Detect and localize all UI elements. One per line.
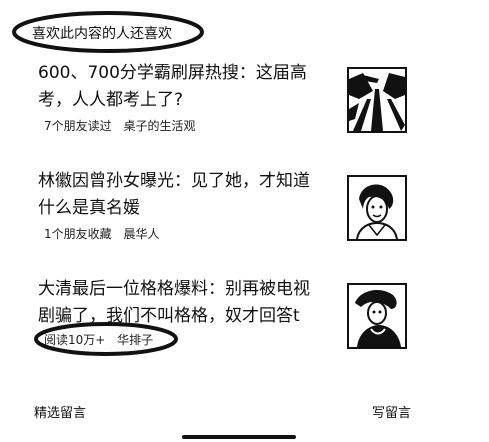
- section-title: 喜欢此内容的人还喜欢: [32, 26, 172, 42]
- portrait-photo-icon: [349, 177, 405, 239]
- article-item[interactable]: 600、700分学霸刷屏热搜：这届高 考，人人都考上了? 7个朋友读过 桌子的生…: [0, 60, 489, 140]
- portrait-photo-thumbnail[interactable]: [347, 283, 407, 349]
- article-item[interactable]: 林徽因曾孙女曝光：见了她，才知道 什么是真名媛 1个朋友收藏 晨华人: [0, 168, 489, 248]
- section-header: 喜欢此内容的人还喜欢: [10, 10, 206, 56]
- article-title: 大清最后一位格格爆料：别再被电视: [38, 279, 310, 299]
- article-title: 600、700分学霸刷屏热搜：这届高: [38, 63, 307, 83]
- article-meta: 1个朋友收藏 晨华人: [44, 225, 159, 242]
- road-photo-thumbnail[interactable]: [347, 67, 407, 133]
- article-title: 什么是真名媛: [38, 198, 140, 218]
- portrait-photo-thumbnail[interactable]: [347, 175, 407, 241]
- source-name: 晨华人: [123, 227, 160, 241]
- friends-count: 1个朋友收藏: [44, 227, 112, 241]
- portrait-photo-icon: [349, 285, 405, 347]
- article-title: 考，人人都考上了?: [38, 90, 184, 110]
- article-meta: 7个朋友读过 桌子的生活观: [44, 117, 195, 134]
- featured-comments-link[interactable]: 精选留言: [34, 402, 86, 421]
- highlight-oval: [34, 322, 178, 356]
- road-photo-icon: [349, 69, 405, 131]
- source-name: 桌子的生活观: [123, 119, 196, 133]
- article-title: 林徽因曾孙女曝光：见了她，才知道: [38, 171, 310, 191]
- home-indicator[interactable]: [182, 435, 296, 439]
- write-comment-button[interactable]: 写留言: [372, 402, 411, 421]
- friends-count: 7个朋友读过: [44, 119, 112, 133]
